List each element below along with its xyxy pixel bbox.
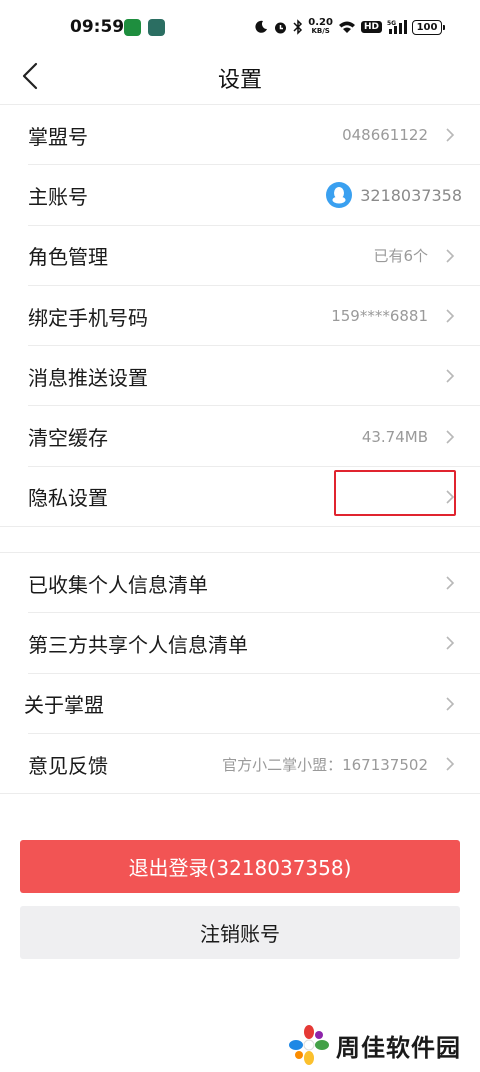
chevron-right-icon bbox=[446, 369, 455, 383]
row-main-account[interactable]: 主账号 3218037358 bbox=[0, 165, 480, 226]
row-third-party-info-list[interactable]: 第三方共享个人信息清单 bbox=[0, 613, 480, 674]
hd-badge: HD bbox=[360, 21, 382, 33]
logout-button[interactable]: 退出登录(3218037358) bbox=[20, 840, 460, 893]
row-label: 隐私设置 bbox=[28, 486, 108, 511]
row-label: 主账号 bbox=[28, 184, 88, 209]
chevron-right-icon bbox=[446, 576, 455, 590]
row-label: 角色管理 bbox=[28, 245, 108, 270]
row-label: 掌盟号 bbox=[28, 124, 88, 149]
row-value: 官方小二掌小盟：167137502 bbox=[222, 755, 428, 774]
qq-icon bbox=[326, 182, 353, 209]
speed-value: 0.20 bbox=[308, 17, 333, 28]
row-label: 清空缓存 bbox=[28, 426, 108, 451]
row-label: 消息推送设置 bbox=[28, 365, 148, 390]
row-value: 3218037358 bbox=[360, 185, 462, 205]
row-collected-info-list[interactable]: 已收集个人信息清单 bbox=[0, 553, 480, 614]
row-bind-phone[interactable]: 绑定手机号码 159****6881 bbox=[0, 286, 480, 347]
main-account-value: 3218037358 bbox=[326, 182, 462, 209]
row-value: 已有6个 bbox=[373, 247, 428, 266]
chevron-right-icon bbox=[446, 490, 455, 504]
row-value: 43.74MB bbox=[361, 427, 428, 446]
row-about[interactable]: 关于掌盟 bbox=[0, 674, 480, 735]
row-label: 绑定手机号码 bbox=[28, 305, 148, 330]
row-label: 意见反馈 bbox=[28, 753, 108, 778]
row-clear-cache[interactable]: 清空缓存 43.74MB bbox=[0, 406, 480, 468]
status-indicators: 0.20 KB/S HD 5G 100 bbox=[254, 16, 445, 38]
chevron-right-icon bbox=[446, 128, 455, 142]
row-label: 已收集个人信息清单 bbox=[28, 572, 208, 597]
settings-list-info: 已收集个人信息清单 第三方共享个人信息清单 关于掌盟 意见反馈 官方小二掌小盟：… bbox=[0, 552, 480, 795]
row-label: 关于掌盟 bbox=[24, 693, 104, 718]
status-bar: 09:59 0.20 KB/S HD 5G 100 bbox=[0, 0, 480, 50]
nav-bar: 设置 bbox=[0, 50, 480, 102]
watermark-text: 周佳软件园 bbox=[336, 1033, 461, 1062]
row-label: 第三方共享个人信息清单 bbox=[28, 632, 248, 657]
row-role-management[interactable]: 角色管理 已有6个 bbox=[0, 226, 480, 287]
chevron-right-icon bbox=[446, 636, 455, 651]
watermark: 周佳软件园 bbox=[288, 1024, 461, 1066]
row-push-settings[interactable]: 消息推送设置 bbox=[0, 346, 480, 407]
battery-icon: 100 bbox=[412, 19, 445, 35]
app-notification-icon bbox=[148, 19, 165, 36]
chevron-right-icon bbox=[446, 309, 455, 323]
wifi-icon bbox=[338, 21, 355, 33]
row-feedback[interactable]: 意见反馈 官方小二掌小盟：167137502 bbox=[0, 734, 480, 795]
network-speed: 0.20 KB/S bbox=[308, 18, 333, 36]
signal-icon: 5G bbox=[387, 20, 407, 34]
svg-text:5G: 5G bbox=[387, 20, 396, 27]
row-value: 048661122 bbox=[342, 126, 428, 145]
speed-unit: KB/S bbox=[311, 27, 330, 35]
alarm-icon bbox=[275, 22, 287, 33]
bluetooth-icon bbox=[293, 19, 303, 35]
row-zhangmeng-id[interactable]: 掌盟号 048661122 bbox=[0, 105, 480, 166]
chevron-right-icon bbox=[446, 757, 455, 771]
settings-list-account: 掌盟号 048661122 主账号 3218037358 角色管理 已有6个 绑… bbox=[0, 104, 480, 528]
chevron-right-icon bbox=[446, 697, 455, 711]
app-notification-icon bbox=[124, 19, 141, 36]
chevron-right-icon bbox=[446, 249, 455, 263]
moon-icon bbox=[255, 20, 268, 33]
watermark-logo-icon bbox=[289, 1025, 329, 1065]
row-privacy-settings[interactable]: 隐私设置 bbox=[0, 467, 480, 528]
chevron-right-icon bbox=[446, 430, 455, 444]
status-time: 09:59 bbox=[70, 17, 125, 37]
page-title: 设置 bbox=[217, 68, 262, 93]
row-value: 159****6881 bbox=[331, 307, 428, 326]
cancel-account-button[interactable]: 注销账号 bbox=[20, 906, 460, 959]
